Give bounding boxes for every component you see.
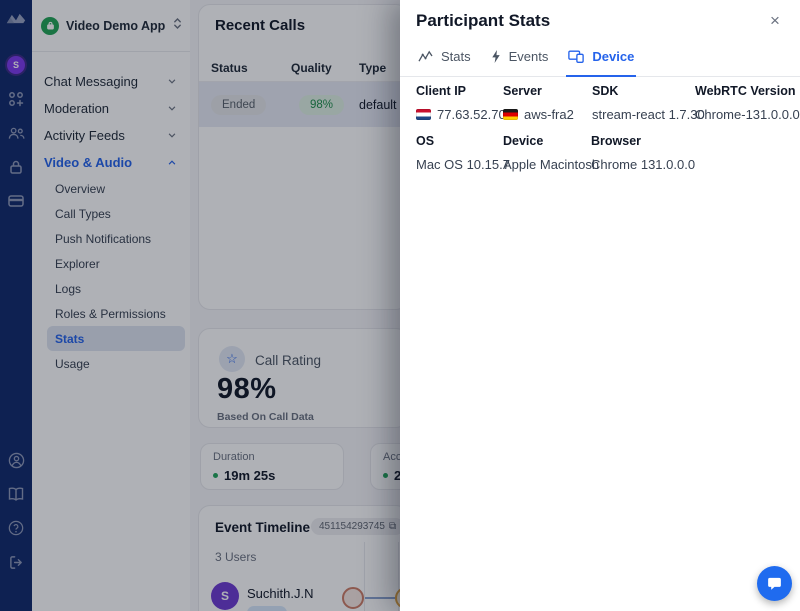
lightning-icon [491, 50, 501, 63]
field-label: WebRTC Version [695, 84, 800, 98]
chat-launcher-button[interactable] [757, 566, 792, 601]
field-value: Chrome 131.0.0.0 [591, 157, 695, 172]
field-value: Mac OS 10.15.7 [416, 157, 510, 172]
field-os: OS Mac OS 10.15.7 [416, 134, 510, 172]
drawer-title: Participant Stats [416, 11, 550, 31]
tab-device[interactable]: Device [566, 40, 636, 77]
tab-label: Device [592, 49, 634, 64]
field-webrtc-version: WebRTC Version Chrome-131.0.0.0 [695, 84, 800, 122]
tab-label: Events [509, 49, 549, 64]
drawer-tabs: Stats Events Device [400, 40, 800, 77]
germany-flag-icon [503, 109, 518, 120]
field-sdk: SDK stream-react 1.7.30 [592, 84, 705, 122]
field-browser: Browser Chrome 131.0.0.0 [591, 134, 695, 172]
field-value: Chrome-131.0.0.0 [695, 107, 800, 122]
field-device: Device Apple Macintosh [503, 134, 599, 172]
field-value: aws-fra2 [524, 107, 574, 122]
field-label: Browser [591, 134, 695, 148]
field-client-ip: Client IP 77.63.52.70 [416, 84, 506, 122]
field-value: 77.63.52.70 [437, 107, 506, 122]
field-label: Device [503, 134, 599, 148]
tab-stats[interactable]: Stats [416, 40, 473, 77]
field-label: OS [416, 134, 510, 148]
device-icon [568, 50, 584, 63]
tab-events[interactable]: Events [489, 40, 551, 77]
close-icon[interactable]: × [764, 10, 786, 32]
field-label: Server [503, 84, 574, 98]
field-value: stream-react 1.7.30 [592, 107, 705, 122]
field-label: SDK [592, 84, 705, 98]
field-value: Apple Macintosh [503, 157, 599, 172]
netherlands-flag-icon [416, 109, 431, 120]
stats-chart-icon [418, 50, 433, 63]
app-window: S [0, 0, 800, 611]
participant-stats-drawer: Participant Stats × Stats Events Device … [400, 0, 800, 611]
chat-bubble-icon [767, 576, 782, 591]
field-label: Client IP [416, 84, 506, 98]
field-server: Server aws-fra2 [503, 84, 574, 122]
tab-label: Stats [441, 49, 471, 64]
